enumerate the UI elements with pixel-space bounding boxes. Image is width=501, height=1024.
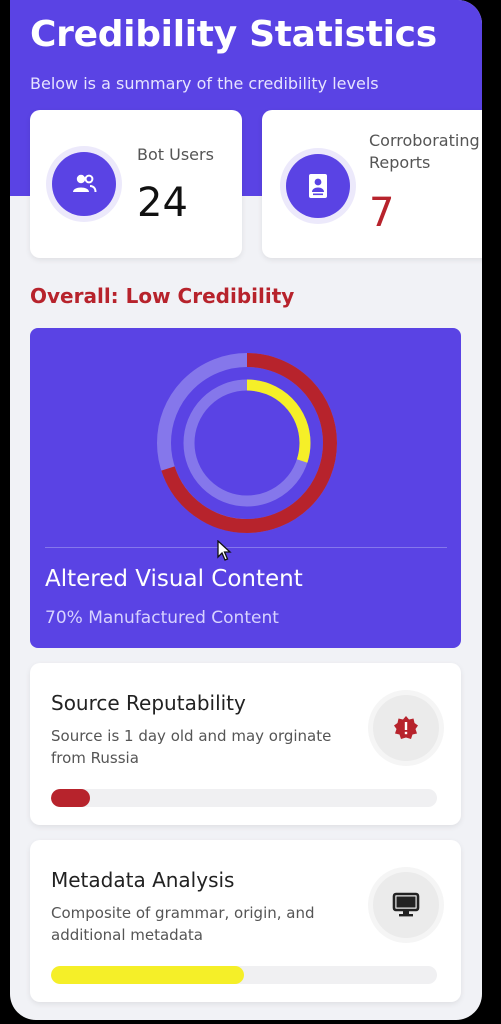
progress-fill: [51, 789, 90, 807]
app-screen: Credibility Statistics Below is a summar…: [10, 0, 482, 1020]
metric-title: Metadata Analysis: [51, 868, 235, 892]
card-divider: [45, 547, 447, 548]
source-reputability-card[interactable]: Source Reputability Source is 1 day old …: [30, 663, 461, 825]
page-subtitle: Below is a summary of the credibility le…: [30, 74, 379, 93]
progress-track: [51, 966, 437, 984]
metadata-analysis-card[interactable]: Metadata Analysis Composite of grammar, …: [30, 840, 461, 1002]
corroborating-reports-card[interactable]: Corroborating Reports 7: [262, 110, 482, 258]
progress-track: [51, 789, 437, 807]
users-icon: [52, 152, 116, 216]
metric-description: Source is 1 day old and may orginate fro…: [51, 727, 332, 767]
stat-value: 24: [137, 180, 188, 226]
monitor-icon: [373, 872, 439, 938]
stat-label: Corroborating Reports: [369, 131, 480, 172]
mouse-cursor-icon: [217, 540, 232, 561]
metric-title: Source Reputability: [51, 691, 246, 715]
stat-label: Bot Users: [137, 145, 214, 164]
stat-value: 7: [369, 190, 395, 236]
metric-description: Composite of grammar, origin, and additi…: [51, 904, 315, 944]
credibility-donut: [157, 353, 337, 533]
visual-title: Altered Visual Content: [45, 566, 303, 592]
alert-badge-icon: [373, 695, 439, 761]
progress-fill: [51, 966, 244, 984]
page-title: Credibility Statistics: [30, 14, 437, 55]
overall-credibility: Overall: Low Credibility: [30, 284, 295, 308]
bot-users-card[interactable]: Bot Users 24: [30, 110, 242, 258]
altered-visual-card[interactable]: Altered Visual Content 70% Manufactured …: [30, 328, 461, 648]
visual-subtitle: 70% Manufactured Content: [45, 608, 279, 628]
report-icon: [286, 154, 350, 218]
